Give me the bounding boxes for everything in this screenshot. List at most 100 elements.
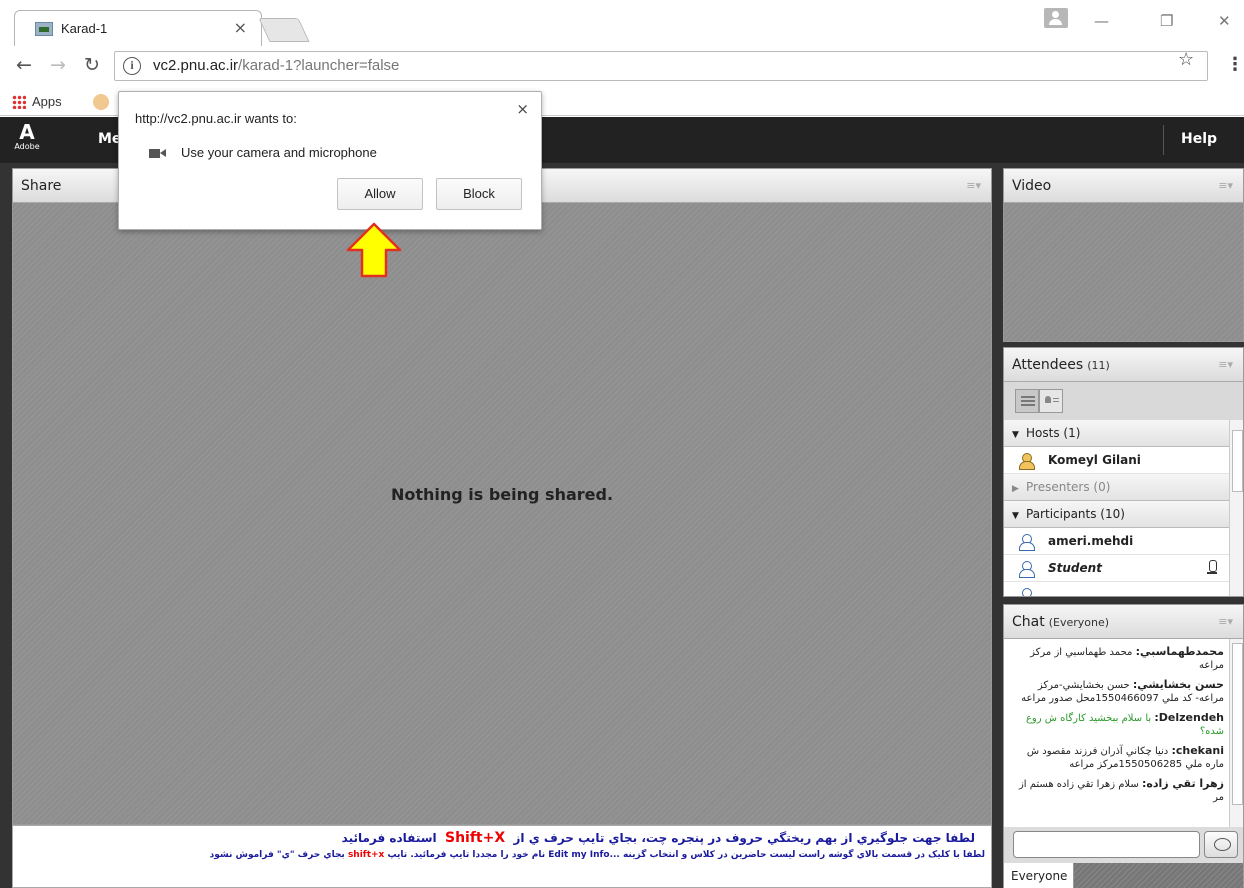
adobe-logo-text: Adobe xyxy=(14,142,40,151)
attendees-pod-menu-icon[interactable]: ≡▾ xyxy=(1218,358,1233,371)
attendees-count: (11) xyxy=(1087,359,1110,372)
notice-line-2-end: بجاي حرف "ي" فراموش نشود xyxy=(209,850,345,860)
collapse-triangle-icon: ▶ xyxy=(1012,484,1019,494)
attendee-row-partial[interactable] xyxy=(1004,582,1229,596)
site-info-icon[interactable]: i xyxy=(123,57,141,75)
notice-line-1-end: استفاده فرمائيد xyxy=(341,831,437,845)
attendees-toolbar xyxy=(1004,382,1243,420)
block-button[interactable]: Block xyxy=(436,178,522,210)
chat-sender: Delzendeh: xyxy=(1154,711,1224,724)
browser-menu-icon[interactable]: ⋮ xyxy=(1226,54,1244,75)
forward-arrow-icon[interactable]: → xyxy=(50,54,66,76)
attendee-name: Student xyxy=(1048,561,1102,575)
profile-icon[interactable] xyxy=(1044,8,1068,28)
chat-scope: (Everyone) xyxy=(1048,616,1110,629)
notice-banner: لطفا جهت جلوگيري از بهم ريختگي حروف در پ… xyxy=(12,825,992,888)
attendees-pod: Attendees (11) ≡▾ ▼ Hosts (1) Komeyl Gilan… xyxy=(1003,347,1244,597)
address-bar-row: ← → ↻ i vc2.pnu.ac.ir/karad-1?launcher=f… xyxy=(0,46,1244,88)
attendees-title-text: Attendees xyxy=(1012,357,1084,373)
url-path: /karad-1?launcher=false xyxy=(238,57,400,74)
chat-sender: زهرا تقي زاده: xyxy=(1141,777,1224,790)
bookmark-star-icon[interactable]: ☆ xyxy=(1178,49,1194,70)
share-pod-menu-icon[interactable]: ≡▾ xyxy=(966,179,981,192)
url-domain: vc2.pnu.ac.ir xyxy=(153,57,239,74)
chat-message: زهرا تقي زاده: سلام زهرا تقي زاده هستم ا… xyxy=(1008,777,1224,804)
permission-popup: http://vc2.pnu.ac.ir wants to: × Use you… xyxy=(118,91,542,230)
status-view-icon[interactable] xyxy=(1039,389,1063,413)
new-tab-button[interactable] xyxy=(258,18,310,42)
attendees-list: ▼ Hosts (1) Komeyl Gilani ▶ Presenters (0)… xyxy=(1004,420,1229,596)
tab-title: Karad-1 xyxy=(61,21,108,36)
share-empty-message: Nothing is being shared. xyxy=(390,485,614,504)
notice-line-1-key: Shift+X xyxy=(444,830,506,846)
bookmark-favicon-icon[interactable] xyxy=(93,94,109,110)
tab-close-icon[interactable]: × xyxy=(234,18,247,37)
expand-triangle-icon: ▼ xyxy=(1012,430,1019,440)
chat-scrollbar[interactable] xyxy=(1229,639,1243,827)
list-view-icon[interactable] xyxy=(1015,389,1039,413)
attendees-pod-title: Attendees (11) xyxy=(1012,357,1110,373)
chat-pod-title: Chat (Everyone) xyxy=(1012,614,1109,630)
share-pod-title: Share xyxy=(21,178,62,194)
back-arrow-icon[interactable]: ← xyxy=(16,54,32,76)
chat-pod-menu-icon[interactable]: ≡▾ xyxy=(1218,615,1233,628)
attendee-name: ameri.mehdi xyxy=(1048,534,1134,548)
chat-pod-header: Chat (Everyone) ≡▾ xyxy=(1004,605,1243,639)
browser-tab[interactable]: Karad-1 × xyxy=(14,10,262,46)
group-participants-label: Participants (10) xyxy=(1026,507,1125,521)
attendee-name: Komeyl Gilani xyxy=(1048,453,1141,467)
group-participants[interactable]: ▼ Participants (10) xyxy=(1004,501,1229,528)
notice-line-2: لطفا با کليک در قسمت بالاي گوشه راست ليس… xyxy=(210,850,985,860)
adobe-a-icon: A xyxy=(19,120,35,144)
attendees-scrollbar[interactable] xyxy=(1229,420,1243,596)
chat-sender: محمدطهماسبي: xyxy=(1135,645,1224,658)
chat-sender: chekani: xyxy=(1171,744,1224,757)
notice-line-1: لطفا جهت جلوگيري از بهم ريختگي حروف در پ… xyxy=(342,830,975,846)
chat-title-text: Chat xyxy=(1012,614,1045,630)
chat-input[interactable] xyxy=(1013,831,1200,858)
attendees-pod-header: Attendees (11) ≡▾ xyxy=(1004,348,1243,382)
minimize-button[interactable]: — xyxy=(1094,12,1109,30)
attendee-row[interactable]: ameri.mehdi xyxy=(1004,528,1229,555)
participant-icon xyxy=(1018,534,1035,551)
chat-message: Delzendeh: با سلام ببخشيد کارگاه ش روع ش… xyxy=(1008,711,1224,738)
browser-tab-strip: Karad-1 × — ❐ ✕ xyxy=(0,0,1244,46)
allow-button[interactable]: Allow xyxy=(337,178,423,210)
popup-permission-text: Use your camera and microphone xyxy=(181,145,377,160)
group-hosts[interactable]: ▼ Hosts (1) xyxy=(1004,420,1229,447)
notice-line-1-text: لطفا جهت جلوگيري از بهم ريختگي حروف در پ… xyxy=(513,831,976,845)
chat-tab-bar: Everyone xyxy=(1004,863,1243,888)
adobe-logo: A Adobe xyxy=(14,122,40,156)
share-area: Nothing is being shared. xyxy=(13,203,991,824)
host-icon xyxy=(1018,453,1035,470)
video-area xyxy=(1004,203,1243,341)
close-window-button[interactable]: ✕ xyxy=(1218,12,1231,30)
chat-message: chekani: دنيا چکاني آذران فرزند مقصود ش … xyxy=(1008,744,1224,771)
popup-title: http://vc2.pnu.ac.ir wants to: xyxy=(135,111,297,126)
apps-grid-icon[interactable] xyxy=(12,95,26,109)
video-pod-menu-icon[interactable]: ≡▾ xyxy=(1218,179,1233,192)
group-presenters[interactable]: ▶ Presenters (0) xyxy=(1004,474,1229,501)
help-divider xyxy=(1163,125,1164,155)
group-hosts-label: Hosts (1) xyxy=(1026,426,1081,440)
maximize-button[interactable]: ❐ xyxy=(1160,12,1173,30)
participant-icon xyxy=(1018,561,1035,578)
omnibox[interactable]: i vc2.pnu.ac.ir/karad-1?launcher=false xyxy=(114,51,1208,81)
attendee-row[interactable]: Student xyxy=(1004,555,1229,582)
chat-message: حسن بخشايشي: حسن بخشايشي-مرکز مراعه- کد … xyxy=(1008,678,1224,705)
chat-input-row xyxy=(1004,827,1243,863)
url-text: vc2.pnu.ac.ir/karad-1?launcher=false xyxy=(153,57,399,74)
popup-close-icon[interactable]: × xyxy=(516,100,529,118)
video-pod-title: Video xyxy=(1012,178,1052,194)
attendee-row[interactable]: Komeyl Gilani xyxy=(1004,447,1229,474)
apps-link[interactable]: Apps xyxy=(32,94,62,109)
participant-icon xyxy=(1018,588,1034,596)
chat-messages: محمدطهماسبي: محمد طهماسبي از مرکز مراعه … xyxy=(1004,639,1229,827)
chat-send-button[interactable] xyxy=(1204,831,1238,858)
share-pod: Share ≡▾ Nothing is being shared. xyxy=(12,168,992,825)
camera-icon xyxy=(149,149,166,158)
help-menu[interactable]: Help xyxy=(1181,131,1217,147)
chat-tab-everyone[interactable]: Everyone xyxy=(1004,863,1074,888)
reload-icon[interactable]: ↻ xyxy=(84,54,100,76)
up-arrow-icon xyxy=(346,222,402,278)
